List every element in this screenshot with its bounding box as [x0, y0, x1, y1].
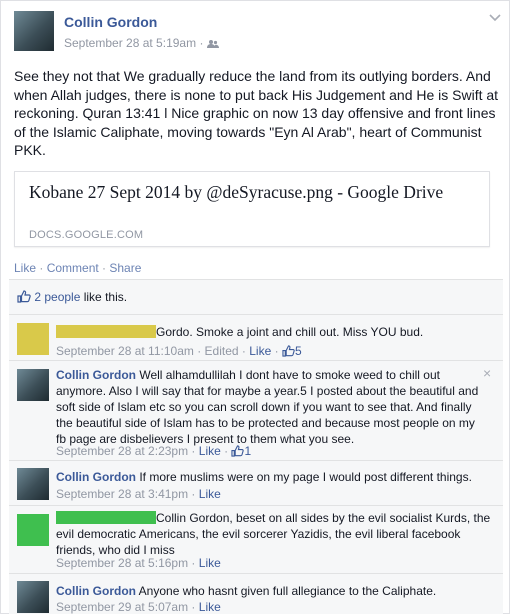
comment-text: Gordo. Smoke a joint and chill out. Miss… — [156, 325, 424, 339]
commenter-avatar[interactable] — [17, 581, 49, 613]
comment-like-button[interactable]: Like — [199, 600, 221, 614]
comment-meta: September 28 at 11:10am · Edited · Like … — [56, 344, 302, 358]
commenter-avatar[interactable] — [17, 369, 49, 401]
comment-meta: September 28 at 5:16pm · Like — [56, 556, 221, 570]
comment-timestamp[interactable]: September 28 at 5:16pm — [56, 556, 188, 570]
post-options-chevron-icon[interactable] — [489, 9, 501, 25]
post-timestamp[interactable]: September 28 at 5:19am — [64, 36, 196, 50]
redacted-avatar — [17, 514, 49, 546]
like-button[interactable]: Like — [14, 261, 36, 275]
close-icon[interactable]: × — [483, 365, 491, 381]
commenter-name[interactable]: Collin Gordon — [56, 470, 136, 484]
redacted-name — [56, 511, 156, 524]
comment-item: Collin Gordon If more muslims were on my… — [9, 460, 503, 505]
comment-button[interactable]: Comment — [47, 261, 99, 275]
comment-timestamp[interactable]: September 29 at 5:07am — [56, 600, 188, 614]
comment-meta: September 28 at 3:41pm · Like — [56, 487, 221, 501]
comment-timestamp[interactable]: September 28 at 3:41pm — [56, 487, 188, 501]
comment-item: Collin Gordon, beset on all sides by the… — [9, 505, 503, 573]
post-text: See they not that We gradually reduce th… — [14, 68, 499, 159]
comment-like-button[interactable]: Like — [199, 556, 221, 570]
friends-icon[interactable] — [206, 39, 219, 49]
comment-meta: September 28 at 2:23pm · Like · 1 — [56, 444, 252, 458]
comment-timestamp[interactable]: September 28 at 11:10am — [56, 344, 194, 358]
post-actions: Like · Comment · Share — [14, 261, 142, 275]
comment-timestamp[interactable]: September 28 at 2:23pm — [56, 444, 188, 458]
thumbs-up-icon — [17, 290, 31, 303]
comment-text: Anyone who hasnt given full allegiance t… — [138, 584, 437, 598]
comment-like-button[interactable]: Like — [199, 487, 221, 501]
thumbs-up-icon — [231, 445, 245, 457]
link-preview-card[interactable]: Kobane 27 Sept 2014 by @deSyracuse.png -… — [14, 171, 490, 247]
comment-item: Collin Gordon Well alhamdullilah I dont … — [9, 360, 503, 460]
redacted-avatar — [17, 323, 49, 355]
comments-section: 2 people like this. Gordo. Smoke a joint… — [9, 279, 503, 614]
comment-meta: September 29 at 5:07am · Like — [56, 600, 221, 614]
link-domain: DOCS.GOOGLE.COM — [29, 229, 144, 241]
post-author-name[interactable]: Collin Gordon — [64, 14, 157, 30]
commenter-name[interactable]: Collin Gordon — [56, 584, 136, 598]
link-title[interactable]: Kobane 27 Sept 2014 by @deSyracuse.png -… — [29, 181, 479, 203]
edited-label[interactable]: Edited — [205, 344, 239, 358]
share-button[interactable]: Share — [109, 261, 141, 275]
author-avatar[interactable] — [14, 11, 54, 51]
commenter-avatar[interactable] — [17, 468, 49, 500]
comment-item: Gordo. Smoke a joint and chill out. Miss… — [9, 314, 503, 360]
redacted-name — [56, 325, 156, 338]
commenter-name[interactable]: Collin Gordon — [56, 368, 136, 382]
likes-summary: 2 people like this. — [17, 290, 127, 304]
comment-text: If more muslims were on my page I would … — [139, 470, 472, 484]
comment-like-button[interactable]: Like — [249, 344, 271, 358]
comment-like-count[interactable]: 1 — [244, 444, 251, 458]
thumbs-up-icon — [282, 345, 295, 357]
post-meta: September 28 at 5:19am · — [64, 36, 219, 50]
comment-item: Collin Gordon Anyone who hasnt given ful… — [9, 573, 503, 614]
likes-people-link[interactable]: 2 people — [34, 290, 80, 304]
comment-like-count[interactable]: 5 — [295, 344, 302, 358]
comment-like-button[interactable]: Like — [199, 444, 221, 458]
facebook-post: Collin Gordon September 28 at 5:19am · S… — [0, 0, 510, 614]
